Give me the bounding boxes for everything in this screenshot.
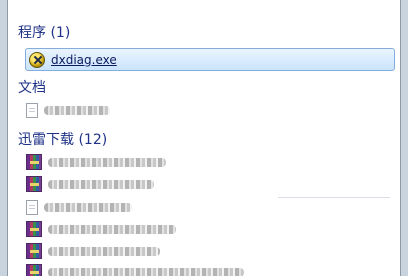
result-item-document[interactable] bbox=[26, 99, 110, 121]
archive-icon bbox=[26, 154, 42, 170]
redacted-file-name bbox=[44, 202, 132, 212]
start-search-results-panel: 程序 (1) dxdiag.exe 文档 迅雷下载 (12) bbox=[7, 0, 401, 276]
separator-line bbox=[278, 197, 390, 198]
group-header-documents: 文档 bbox=[18, 80, 46, 96]
archive-icon bbox=[26, 221, 42, 237]
document-icon bbox=[26, 102, 38, 118]
redacted-file-name bbox=[48, 224, 176, 234]
archive-icon bbox=[26, 176, 42, 192]
redacted-file-name bbox=[44, 105, 110, 115]
result-item-label: dxdiag.exe bbox=[51, 52, 117, 67]
redacted-file-name bbox=[48, 246, 160, 256]
group-header-xunlei-downloads: 迅雷下载 (12) bbox=[18, 132, 108, 148]
archive-icon bbox=[26, 264, 42, 276]
group-header-programs: 程序 (1) bbox=[18, 25, 71, 41]
redacted-file-name bbox=[48, 157, 166, 167]
dxdiag-icon bbox=[29, 51, 45, 68]
result-item-download-5[interactable] bbox=[26, 240, 160, 262]
result-item-dxdiag[interactable]: dxdiag.exe bbox=[25, 48, 395, 71]
result-item-download-2[interactable] bbox=[26, 173, 154, 195]
redacted-file-name bbox=[48, 179, 154, 189]
document-icon bbox=[26, 199, 38, 215]
archive-icon bbox=[26, 243, 42, 259]
result-item-download-1[interactable] bbox=[26, 151, 166, 173]
redacted-file-name bbox=[48, 267, 244, 276]
result-item-download-4[interactable] bbox=[26, 218, 176, 240]
result-item-download-6[interactable] bbox=[26, 261, 244, 276]
result-item-download-3[interactable] bbox=[26, 196, 132, 218]
